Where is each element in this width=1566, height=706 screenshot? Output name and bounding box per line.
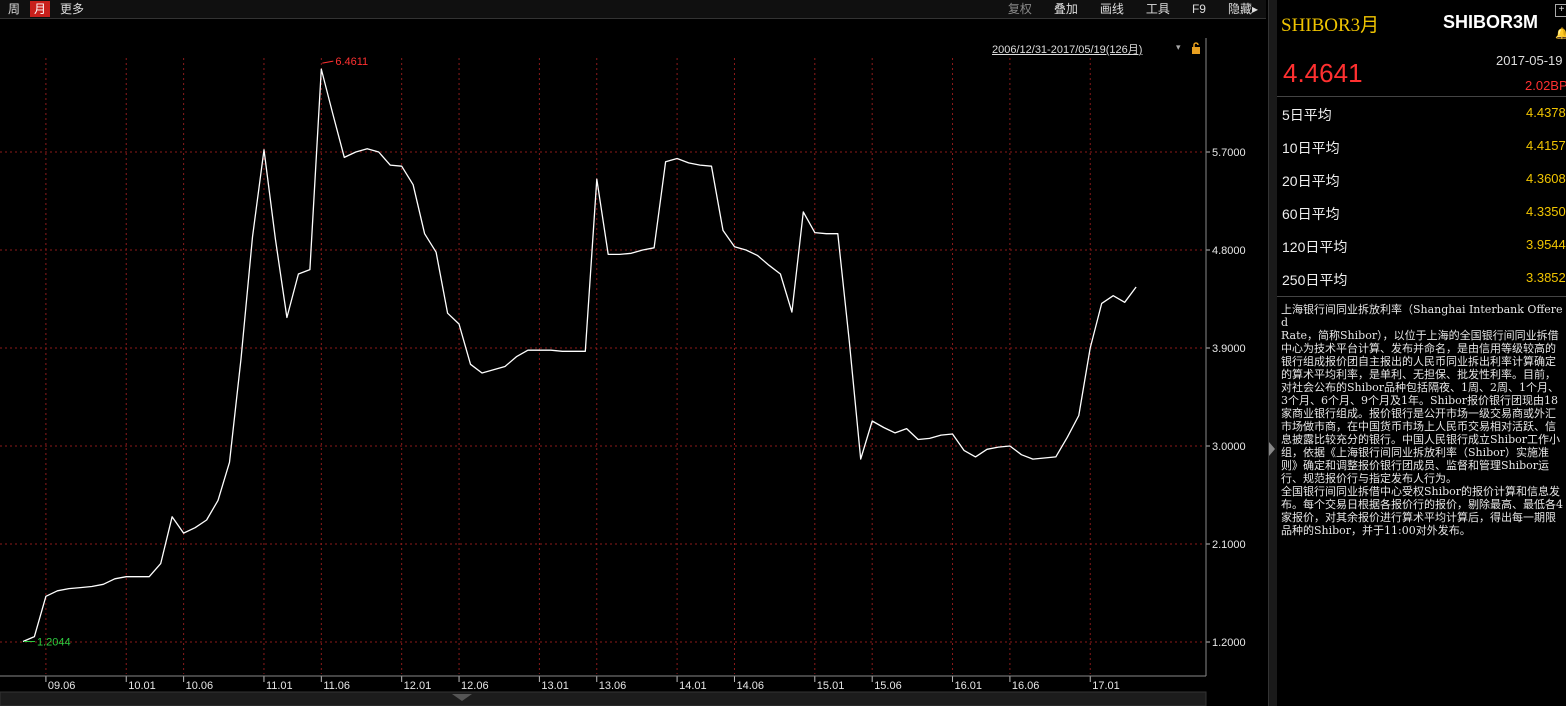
x-tick-label: 11.01 [266, 680, 293, 692]
average-row: 250日平均 3.3852 [1277, 262, 1566, 295]
x-tick-label: 13.06 [599, 680, 627, 692]
series-line [22, 68, 1137, 643]
average-label: 20日平均 [1282, 173, 1340, 189]
average-row: 120日平均 3.9544 [1277, 229, 1566, 262]
x-tick-label: 17.01 [1092, 680, 1120, 692]
min-value-label: 1.2044 [37, 637, 71, 649]
latest-price: 4.4641 [1283, 58, 1363, 88]
average-row: 60日平均 4.3350 [1277, 196, 1566, 229]
hide-button[interactable]: 隐藏▸ [1228, 1, 1258, 17]
average-row: 20日平均 4.3608 [1277, 163, 1566, 196]
average-value: 4.4157 [1526, 138, 1566, 153]
instrument-code: SHIBOR3M [1443, 12, 1539, 32]
y-tick-label: 3.0000 [1212, 441, 1246, 453]
tab-more[interactable]: 更多 [56, 1, 88, 17]
max-marker-line [322, 60, 334, 64]
f9-button[interactable]: F9 [1192, 1, 1206, 17]
average-label: 10日平均 [1282, 140, 1340, 156]
x-tick-label: 10.01 [128, 680, 156, 692]
x-tick-label: 14.01 [679, 680, 707, 692]
x-tick-label: 16.06 [1012, 680, 1040, 692]
x-tick-label: 12.06 [461, 680, 489, 692]
average-value: 4.3608 [1526, 171, 1566, 186]
bell-icon[interactable]: 🔔 [1555, 29, 1566, 40]
hide-label: 隐藏 [1227, 2, 1252, 16]
hide-arrow-icon: ▸ [1251, 2, 1258, 16]
tools-button[interactable]: 工具 [1146, 1, 1170, 17]
average-label: 5日平均 [1282, 107, 1332, 123]
draw-line-button[interactable]: 画线 [1100, 1, 1124, 17]
collapse-arrow-icon[interactable] [1269, 442, 1275, 456]
divider-line [1277, 296, 1566, 297]
info-panel: SHIBOR3月 SHIBOR3M 4.4641 2017-05-19 2.02… [1277, 0, 1566, 706]
y-tick-label: 5.7000 [1212, 147, 1246, 159]
overlay-button[interactable]: 叠加 [1054, 1, 1078, 17]
instrument-name: SHIBOR3月 [1281, 15, 1380, 36]
x-tick-label: 11.06 [323, 680, 350, 692]
x-tick-label: 14.06 [736, 680, 764, 692]
average-row: 10日平均 4.4157 [1277, 130, 1566, 163]
price-chart: 1.2000 2.1000 3.0000 3.9000 4.8000 5.7000 09.0… [0, 38, 1246, 706]
average-label: 60日平均 [1282, 206, 1340, 222]
average-value: 3.3852 [1526, 270, 1566, 285]
average-value: 4.4378 [1526, 105, 1566, 120]
plus-icon[interactable]: + [1555, 4, 1566, 17]
x-tick-label: 12.01 [404, 680, 432, 692]
y-tick-label: 4.8000 [1212, 245, 1246, 257]
restore-rights-button[interactable]: 复权 [1008, 1, 1032, 17]
instrument-description: 上海银行间同业拆放利率（Shanghai Interbank Offered R… [1281, 303, 1563, 537]
average-value: 4.3350 [1526, 204, 1566, 219]
price-change: 2.02BP [1525, 78, 1566, 93]
max-value-label: 6.4611 [335, 56, 368, 68]
y-tick-label: 1.2000 [1212, 637, 1246, 649]
average-value: 3.9544 [1526, 237, 1566, 252]
average-label: 250日平均 [1282, 272, 1348, 288]
scrollbar-track [0, 691, 1207, 706]
corner-icons: + 🔔 [1555, 4, 1566, 40]
x-tick-label: 16.01 [955, 680, 983, 692]
x-tick-label: 09.06 [48, 680, 76, 692]
tab-week[interactable]: 周 [4, 1, 24, 17]
chart-toolbar: 周 月 更多 复权 叠加 画线 工具 F9 隐藏▸ [0, 0, 1266, 19]
x-tick-label: 15.06 [874, 680, 902, 692]
x-tick-label: 10.06 [186, 680, 214, 692]
average-row: 5日平均 4.4378 [1277, 97, 1566, 130]
tab-month[interactable]: 月 [30, 1, 51, 17]
toolbar-actions: 复权 叠加 画线 工具 F9 隐藏▸ [1008, 1, 1258, 17]
average-label: 120日平均 [1282, 239, 1348, 255]
period-tabs: 周 月 更多 [4, 1, 88, 17]
y-tick-label: 2.1000 [1212, 539, 1246, 551]
x-tick-label: 15.01 [817, 680, 845, 692]
quote-date: 2017-05-19 [1496, 53, 1563, 68]
x-tick-label: 13.01 [541, 680, 569, 692]
y-tick-label: 3.9000 [1212, 343, 1246, 355]
